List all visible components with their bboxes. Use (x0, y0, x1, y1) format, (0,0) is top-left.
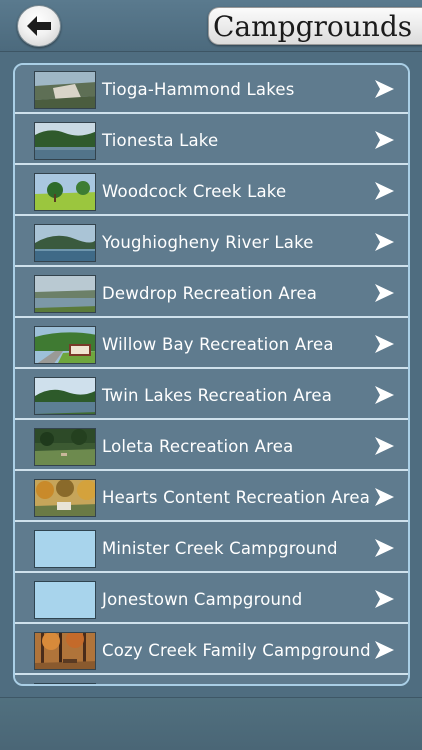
back-button[interactable] (17, 5, 61, 47)
chevron-right-icon (373, 538, 395, 558)
list-item-unnamed[interactable] (15, 677, 408, 684)
chevron-right-icon (373, 232, 395, 252)
list-item-label: Woodcock Creek Lake (102, 182, 287, 201)
chevron-right-icon (373, 79, 395, 99)
list-item-label: Dewdrop Recreation Area (102, 284, 318, 303)
campground-thumbnail (34, 224, 96, 262)
list-item-label: Youghiogheny River Lake (102, 233, 314, 252)
list-item-woodcock-creek-lake[interactable]: Woodcock Creek Lake (15, 167, 408, 216)
chevron-right-icon (373, 283, 395, 303)
campground-thumbnail (34, 377, 96, 415)
chevron-right-icon (373, 385, 395, 405)
list-item-label: Cozy Creek Family Campground (102, 641, 371, 660)
list-item-hearts-content-recreation-area[interactable]: Hearts Content Recreation Area (15, 473, 408, 522)
list-item-label: Twin Lakes Recreation Area (102, 386, 333, 405)
campground-thumbnail (34, 71, 96, 109)
list-item-minister-creek-campground[interactable]: Minister Creek Campground (15, 524, 408, 573)
chevron-right-icon (373, 487, 395, 507)
list-item-label: Tioga-Hammond Lakes (102, 80, 295, 99)
list-item-label: Hearts Content Recreation Area (102, 488, 371, 507)
list-item-jonestown-campground[interactable]: Jonestown Campground (15, 575, 408, 624)
bottom-bar (0, 697, 422, 750)
list-item-cozy-creek-family-campground[interactable]: Cozy Creek Family Campground (15, 626, 408, 675)
campground-thumbnail (34, 632, 96, 670)
chevron-right-icon (373, 181, 395, 201)
campground-thumbnail (34, 326, 96, 364)
top-bar: Campgrounds (0, 0, 422, 52)
list-item-tioga-hammond-lakes[interactable]: Tioga-Hammond Lakes (15, 65, 408, 114)
placeholder-thumbnail (34, 683, 96, 684)
chevron-right-icon (373, 334, 395, 354)
campground-thumbnail (34, 479, 96, 517)
campground-list[interactable]: Tioga-Hammond Lakes Tionesta Lake Woodcock… (13, 63, 410, 686)
list-item-label: Jonestown Campground (102, 590, 303, 609)
list-item-label: Minister Creek Campground (102, 539, 338, 558)
chevron-right-icon (373, 589, 395, 609)
list-item-twin-lakes-recreation-area[interactable]: Twin Lakes Recreation Area (15, 371, 408, 420)
chevron-right-icon (373, 640, 395, 660)
chevron-right-icon (373, 436, 395, 456)
chevron-right-icon (373, 130, 395, 150)
placeholder-thumbnail (34, 530, 96, 568)
back-arrow-icon (26, 15, 52, 37)
list-item-willow-bay-recreation-area[interactable]: Willow Bay Recreation Area (15, 320, 408, 369)
list-item-label: Loleta Recreation Area (102, 437, 294, 456)
page-title: Campgrounds (208, 7, 422, 45)
list-item-youghiogheny-river-lake[interactable]: Youghiogheny River Lake (15, 218, 408, 267)
list-item-tionesta-lake[interactable]: Tionesta Lake (15, 116, 408, 165)
campground-thumbnail (34, 428, 96, 466)
list-item-label: Tionesta Lake (102, 131, 219, 150)
campground-thumbnail (34, 275, 96, 313)
list-item-loleta-recreation-area[interactable]: Loleta Recreation Area (15, 422, 408, 471)
campground-thumbnail (34, 173, 96, 211)
placeholder-thumbnail (34, 581, 96, 619)
campground-thumbnail (34, 122, 96, 160)
list-item-dewdrop-recreation-area[interactable]: Dewdrop Recreation Area (15, 269, 408, 318)
list-item-label: Willow Bay Recreation Area (102, 335, 334, 354)
